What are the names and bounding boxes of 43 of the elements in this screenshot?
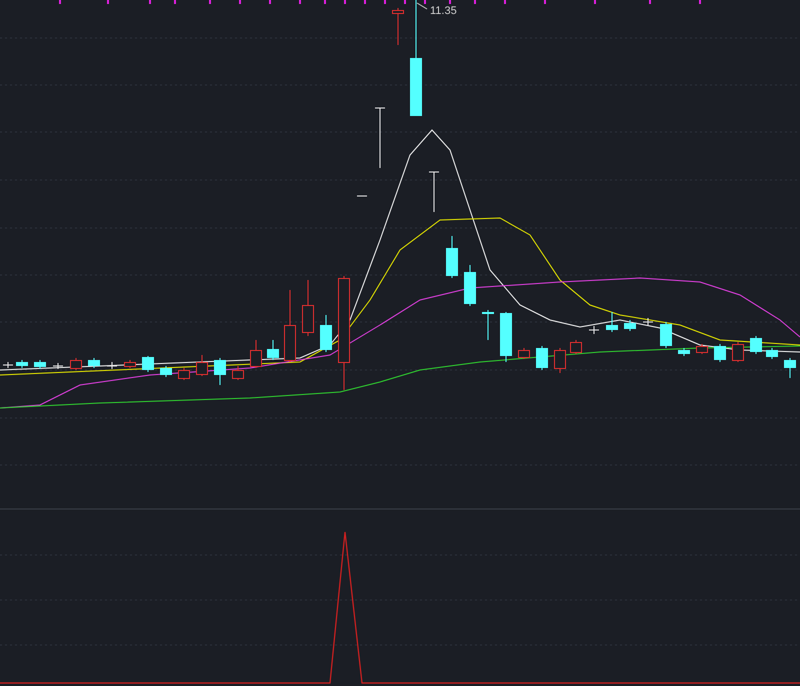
candlestick — [732, 342, 744, 362]
candlestick — [2, 362, 14, 368]
candlestick — [302, 280, 314, 336]
candlestick — [624, 320, 636, 332]
candlestick — [464, 264, 476, 306]
candlestick — [554, 348, 566, 374]
candlestick — [392, 8, 404, 46]
candlestick — [518, 348, 530, 360]
candlestick — [642, 318, 654, 326]
candlestick — [16, 360, 28, 368]
candlestick — [250, 340, 262, 368]
candlestick — [500, 312, 512, 362]
candlestick — [696, 344, 708, 354]
candlestick — [784, 358, 796, 378]
candlestick — [88, 358, 100, 368]
candlestick — [750, 336, 762, 354]
candlestick — [374, 108, 386, 168]
candlestick — [678, 348, 690, 356]
candlestick — [178, 368, 190, 380]
candlestick — [34, 360, 46, 370]
candlestick — [142, 356, 154, 372]
candlestick — [660, 322, 672, 348]
candlestick — [320, 314, 332, 352]
candlestick — [482, 310, 494, 340]
candlestick — [606, 312, 618, 332]
candlestick — [588, 326, 600, 334]
candlestick — [214, 358, 226, 386]
high-price-label: 11.35 — [430, 5, 457, 17]
candlestick — [160, 366, 172, 378]
candlestick — [446, 236, 458, 278]
candlestick — [232, 366, 244, 380]
leader-line — [416, 2, 428, 10]
candlestick — [124, 360, 136, 368]
candlestick — [536, 346, 548, 370]
candlestick — [52, 362, 64, 370]
candlestick — [570, 340, 582, 354]
candlestick — [714, 344, 726, 362]
candlestick — [106, 362, 118, 370]
candlestick — [70, 358, 82, 370]
candlestick — [196, 354, 208, 376]
candlestick — [428, 172, 440, 212]
candlestick — [766, 348, 778, 360]
candlestick — [267, 340, 279, 360]
